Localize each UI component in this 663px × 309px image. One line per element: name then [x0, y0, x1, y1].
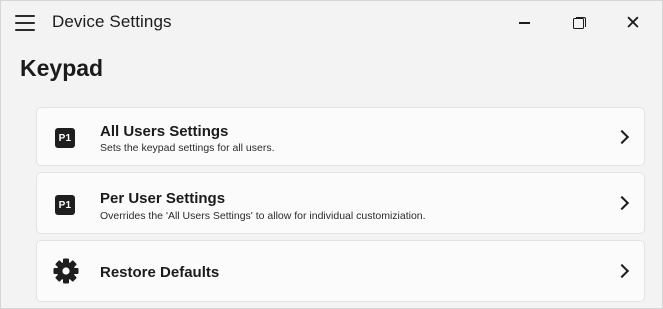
chevron-right-icon	[614, 195, 630, 211]
card-title: All Users Settings	[100, 123, 229, 140]
minimize-button[interactable]	[501, 1, 547, 45]
app-window: Device Settings ✕ Keypad P1 All Users Se…	[0, 0, 663, 309]
p1-icon: P1	[55, 128, 75, 148]
maximize-icon	[573, 17, 586, 29]
card-description: Sets the keypad settings for all users.	[100, 142, 275, 154]
card-description: Overrides the 'All Users Settings' to al…	[100, 210, 426, 222]
p1-icon: P1	[55, 195, 75, 215]
card-title: Per User Settings	[100, 190, 226, 207]
all-users-settings-card[interactable]: P1 All Users Settings Sets the keypad se…	[36, 107, 645, 166]
maximize-button[interactable]	[556, 1, 602, 45]
per-user-settings-card[interactable]: P1 Per User Settings Overrides the 'All …	[36, 172, 645, 234]
chevron-right-icon	[614, 263, 630, 279]
gear-icon	[52, 257, 80, 285]
minimize-icon	[518, 22, 530, 24]
close-button[interactable]: ✕	[610, 1, 656, 45]
page-title: Keypad	[20, 55, 104, 81]
hamburger-menu-icon[interactable]	[15, 15, 35, 31]
close-icon: ✕	[625, 12, 641, 34]
card-title: Restore Defaults	[100, 264, 220, 281]
title-bar: Device Settings ✕	[1, 1, 662, 45]
chevron-right-icon	[614, 129, 630, 144]
restore-defaults-card[interactable]: Restore Defaults	[36, 240, 645, 302]
window-title: Device Settings	[52, 12, 172, 31]
